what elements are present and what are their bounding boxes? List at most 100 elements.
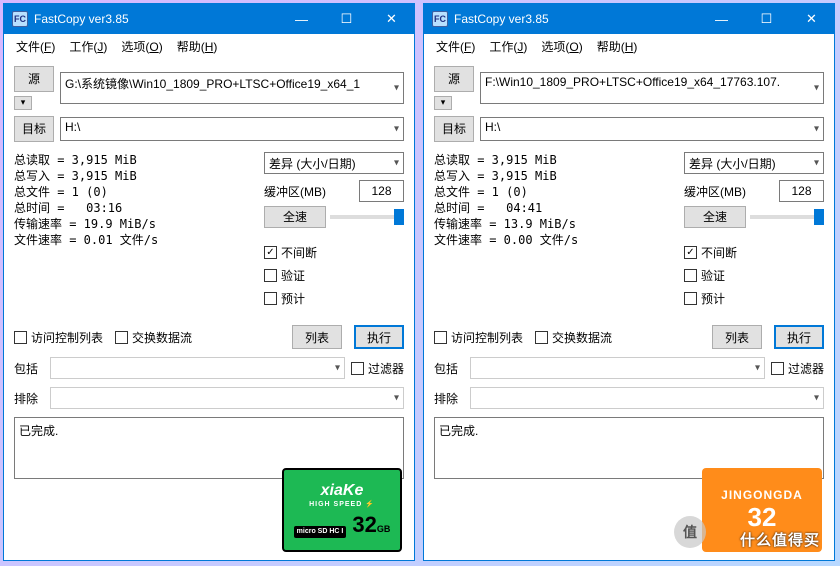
altstream-checkbox-label: 交换数据流 <box>552 329 612 346</box>
menu-job[interactable]: 工作(J) <box>63 36 113 57</box>
source-path-text: F:\Win10_1809_PRO+LTSC+Office19_x64_1776… <box>485 75 780 89</box>
fullspeed-button[interactable]: 全速 <box>264 206 326 228</box>
filter-checkbox[interactable]: 过滤器 <box>351 360 404 377</box>
card-capacity: 32 <box>352 512 376 537</box>
buffer-label: 缓冲区(MB) <box>684 183 773 200</box>
app-icon: FC <box>432 11 448 27</box>
target-button[interactable]: 目标 <box>14 116 54 142</box>
close-button[interactable]: ✕ <box>369 4 414 34</box>
estimate-checkbox-box <box>684 292 697 305</box>
verify-checkbox-label: 验证 <box>281 267 305 284</box>
window-1: FC FastCopy ver3.85—☐✕ 文件(F)工作(J)选项(O)帮助(H… <box>423 3 835 561</box>
source-history-button[interactable]: ▾ <box>434 96 452 110</box>
body: 源 ▾ G:\系统镜像\Win10_1809_PRO+LTSC+Office19_x… <box>4 58 414 560</box>
target-path-text: H:\ <box>485 120 500 134</box>
exclude-input[interactable]: ▾ <box>470 387 824 409</box>
window-0: FCFastCopy ver3.85—☐✕文件(F)工作(J)选项(O)帮助(H… <box>3 3 415 561</box>
chevron-down-icon[interactable]: ▾ <box>814 83 819 94</box>
source-path-text: G:\系统镜像\Win10_1809_PRO+LTSC+Office19_x64… <box>65 77 360 91</box>
menu-job[interactable]: 工作(J) <box>483 36 533 57</box>
watermark-text: 什么值得买 <box>740 529 820 550</box>
altstream-checkbox-label: 交换数据流 <box>132 329 192 346</box>
chevron-down-icon[interactable]: ▾ <box>394 124 399 135</box>
speed-slider[interactable] <box>330 215 404 219</box>
slider-thumb[interactable] <box>394 209 404 225</box>
watermark-badge: 值 <box>674 516 706 548</box>
acl-checkbox-label: 访问控制列表 <box>451 329 523 346</box>
window-buttons: —☐✕ <box>699 4 834 34</box>
verify-checkbox-label: 验证 <box>701 267 725 284</box>
window-title: FastCopy ver3.85 <box>34 12 279 26</box>
menu-file[interactable]: 文件(F) <box>430 36 481 57</box>
source-button[interactable]: 源 <box>434 66 474 92</box>
maximize-button[interactable]: ☐ <box>744 4 789 34</box>
micro-sd-icon: micro SD HC I <box>294 526 347 538</box>
menu-help[interactable]: 帮助(H) <box>591 36 644 57</box>
slider-thumb[interactable] <box>814 209 824 225</box>
menu-help[interactable]: 帮助(H) <box>171 36 224 57</box>
options-panel: 差异 (大小/日期)▾ 缓冲区(MB) 全速 ✓不间断验证预计 <box>684 152 824 307</box>
exclude-label: 排除 <box>434 390 464 407</box>
source-input[interactable]: G:\系统镜像\Win10_1809_PRO+LTSC+Office19_x64… <box>60 72 404 104</box>
source-input[interactable]: F:\Win10_1809_PRO+LTSC+Office19_x64_1776… <box>480 72 824 104</box>
buffer-label: 缓冲区(MB) <box>264 183 353 200</box>
target-input[interactable]: H:\ ▾ <box>60 117 404 141</box>
list-button[interactable]: 列表 <box>712 325 762 349</box>
source-button[interactable]: 源 <box>14 66 54 92</box>
buffer-input[interactable] <box>779 180 824 202</box>
estimate-checkbox-box <box>264 292 277 305</box>
estimate-checkbox-label: 预计 <box>281 290 305 307</box>
close-button[interactable]: ✕ <box>789 4 834 34</box>
target-path-text: H:\ <box>65 120 80 134</box>
list-button[interactable]: 列表 <box>292 325 342 349</box>
card-brand: xiaKe <box>321 482 364 500</box>
mode-select[interactable]: 差异 (大小/日期) ▾ <box>264 152 404 174</box>
include-label: 包括 <box>434 360 464 377</box>
chevron-down-icon: ▾ <box>394 158 399 169</box>
menu-opt[interactable]: 选项(O) <box>535 36 588 57</box>
body: 源 ▾ F:\Win10_1809_PRO+LTSC+Office19_x64_17… <box>424 58 834 560</box>
chevron-down-icon[interactable]: ▾ <box>394 83 399 94</box>
filter-checkbox[interactable]: 过滤器 <box>771 360 824 377</box>
chevron-down-icon: ▾ <box>814 158 819 169</box>
window-buttons: —☐✕ <box>279 4 414 34</box>
estimate-checkbox[interactable]: 预计 <box>264 290 404 307</box>
include-input[interactable]: ▾ <box>50 357 345 379</box>
execute-button[interactable]: 执行 <box>774 325 824 349</box>
verify-checkbox[interactable]: 验证 <box>264 267 404 284</box>
maximize-button[interactable]: ☐ <box>324 4 369 34</box>
acl-checkbox[interactable]: 访问控制列表 <box>434 329 523 346</box>
window-title: FastCopy ver3.85 <box>454 12 699 26</box>
menu-file[interactable]: 文件(F) <box>10 36 61 57</box>
nonstop-checkbox[interactable]: ✓不间断 <box>264 244 404 261</box>
include-input[interactable]: ▾ <box>470 357 765 379</box>
target-button[interactable]: 目标 <box>434 116 474 142</box>
minimize-button[interactable]: — <box>699 4 744 34</box>
menu-opt[interactable]: 选项(O) <box>115 36 168 57</box>
include-label: 包括 <box>14 360 44 377</box>
altstream-checkbox-box <box>115 331 128 344</box>
chevron-down-icon[interactable]: ▾ <box>814 124 819 135</box>
target-input[interactable]: H:\ ▾ <box>480 117 824 141</box>
filter-checkbox-box <box>351 362 364 375</box>
mode-select[interactable]: 差异 (大小/日期)▾ <box>684 152 824 174</box>
altstream-checkbox[interactable]: 交换数据流 <box>535 329 612 346</box>
minimize-button[interactable]: — <box>279 4 324 34</box>
mode-text: 差异 (大小/日期) <box>269 155 356 172</box>
stats-text: 总读取 = 3,915 MiB 总写入 = 3,915 MiB 总文件 = 1 … <box>14 152 256 307</box>
execute-button[interactable]: 执行 <box>354 325 404 349</box>
speed-slider[interactable] <box>750 215 824 219</box>
titlebar[interactable]: FC FastCopy ver3.85—☐✕ <box>424 4 834 34</box>
verify-checkbox-box <box>264 269 277 282</box>
verify-checkbox[interactable]: 验证 <box>684 267 824 284</box>
acl-checkbox[interactable]: 访问控制列表 <box>14 329 103 346</box>
exclude-input[interactable]: ▾ <box>50 387 404 409</box>
titlebar[interactable]: FCFastCopy ver3.85—☐✕ <box>4 4 414 34</box>
nonstop-checkbox-box: ✓ <box>684 246 697 259</box>
fullspeed-button[interactable]: 全速 <box>684 206 746 228</box>
estimate-checkbox[interactable]: 预计 <box>684 290 824 307</box>
nonstop-checkbox[interactable]: ✓不间断 <box>684 244 824 261</box>
altstream-checkbox[interactable]: 交换数据流 <box>115 329 192 346</box>
source-history-button[interactable]: ▾ <box>14 96 32 110</box>
buffer-input[interactable] <box>359 180 404 202</box>
